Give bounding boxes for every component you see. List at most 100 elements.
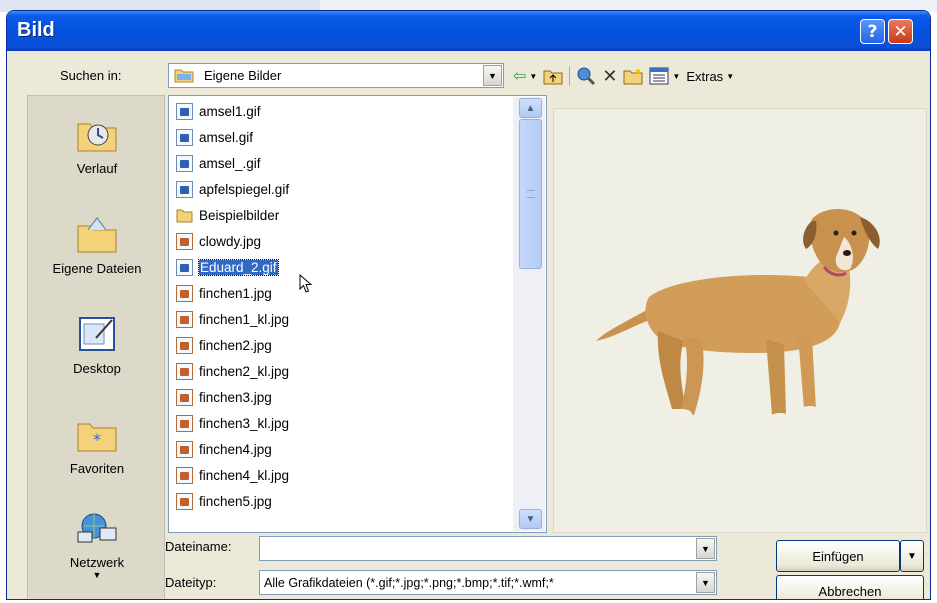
place-label: Netzwerk [69,555,125,570]
file-name: finchen2_kl.jpg [199,363,290,379]
cancel-button[interactable]: Abbrechen [776,575,924,599]
gif-file-icon [176,258,193,276]
list-item-selected[interactable]: Eduard_2.gif [176,255,279,279]
desktop-icon [79,317,115,351]
file-name: amsel1.gif [199,103,261,119]
dog-preview-image [596,208,880,423]
lookin-dropdown[interactable]: Eigene Bilder ▼ [168,63,504,88]
filetype-label: Dateityp: [165,575,216,590]
jpg-file-icon [176,388,193,406]
search-web-icon [577,67,596,86]
insert-options-button[interactable]: ▼ [900,540,924,572]
scroll-thumb[interactable] [519,119,542,269]
list-item[interactable]: amsel1.gif [176,99,261,123]
image-preview [553,108,927,533]
scroll-up-button[interactable]: ▲ [519,98,542,118]
file-name: finchen1.jpg [199,285,272,301]
list-item[interactable]: finchen4_kl.jpg [176,463,289,487]
chevron-down-icon[interactable]: ▼ [696,572,715,593]
list-item[interactable]: finchen3_kl.jpg [176,411,289,435]
list-item[interactable]: Beispielbilder [176,203,279,227]
scroll-grip [527,190,535,198]
back-button[interactable]: ⇦ ▼ [513,65,537,87]
place-label: Favoriten [69,461,125,476]
jpg-file-icon [176,284,193,302]
gif-file-icon [176,154,193,172]
file-name: finchen3.jpg [199,389,272,405]
list-item[interactable]: finchen3.jpg [176,385,272,409]
filename-input[interactable]: ▼ [259,536,717,561]
delete-icon: ✕ [602,65,618,86]
file-name: Eduard_2.gif [198,258,279,276]
insert-picture-dialog: Bild ? ✕ Suchen in: Eigene Bilder ▼ ⇦ ▼ [6,10,931,600]
list-item[interactable]: finchen4.jpg [176,437,272,461]
insert-button[interactable]: Einfügen [776,540,900,572]
favorites-icon: * [77,423,117,452]
file-name: finchen4_kl.jpg [199,467,290,483]
list-item[interactable]: clowdy.jpg [176,229,261,253]
insert-button-label: Einfügen [812,548,864,564]
place-desktop[interactable]: Desktop [28,314,166,376]
history-icon [77,123,117,152]
place-history[interactable]: Verlauf [28,114,166,176]
jpg-file-icon [176,310,193,328]
lookin-value: Eigene Bilder [204,68,282,83]
place-favorites[interactable]: * Favoriten [28,414,166,476]
file-name: finchen3_kl.jpg [199,415,290,431]
chevron-down-icon[interactable]: ▼ [696,538,715,559]
folder-icon [176,209,193,222]
file-list-scrollbar[interactable]: ▲ ▼ [513,97,545,531]
views-button[interactable]: ▼ [649,65,680,87]
places-bar: Verlauf Eigene Dateien Desktop * Favorit… [27,95,166,599]
toolbar: ⇦ ▼ ✕ ▼ Extras ▼ [513,64,740,88]
folder-icon [174,69,194,83]
mouse-cursor-icon [299,274,313,293]
svg-text:*: * [93,430,101,449]
gif-file-icon [176,128,193,146]
scroll-down-button[interactable]: ▼ [519,509,542,529]
list-item[interactable]: finchen2_kl.jpg [176,359,289,383]
places-scroll-down-icon[interactable]: ▼ [28,570,166,580]
place-network[interactable]: Netzwerk ▼ [28,508,166,580]
list-item[interactable]: apfelspiegel.gif [176,177,289,201]
jpg-file-icon [176,336,193,354]
filetype-value: Alle Grafikdateien (*.gif;*.jpg;*.png;*.… [264,576,554,590]
list-item[interactable]: finchen5.jpg [176,489,272,513]
file-name: finchen4.jpg [199,441,272,457]
search-web-button[interactable] [576,65,596,87]
chevron-down-icon: ▼ [907,550,917,562]
chevron-down-icon[interactable]: ▼ [483,65,502,86]
new-folder-button[interactable] [623,65,643,87]
lookin-label: Suchen in: [60,68,122,83]
list-item[interactable]: finchen1_kl.jpg [176,307,289,331]
network-icon [77,513,117,543]
jpg-file-icon [176,232,193,250]
list-item[interactable]: amsel_.gif [176,151,261,175]
list-item[interactable]: finchen1.jpg [176,281,272,305]
file-name: clowdy.jpg [199,233,262,249]
file-list[interactable]: amsel1.gif amsel.gif amsel_.gif apfelspi… [168,95,547,533]
extras-button[interactable]: Extras ▼ [686,65,734,87]
delete-button[interactable]: ✕ [602,65,617,87]
place-my-documents[interactable]: Eigene Dateien [28,214,166,276]
up-folder-button[interactable] [543,65,563,87]
file-name: amsel.gif [199,129,254,145]
window-title: Bild [17,19,55,41]
extras-dropdown-icon: ▼ [726,71,735,81]
jpg-file-icon [176,466,193,484]
list-item[interactable]: finchen2.jpg [176,333,272,357]
views-dropdown-icon: ▼ [672,71,681,81]
my-documents-icon [77,217,117,253]
help-button[interactable]: ? [860,19,885,44]
gif-file-icon [176,102,193,120]
file-name: amsel_.gif [199,155,261,171]
close-button[interactable]: ✕ [888,19,913,44]
filename-label: Dateiname: [165,539,231,554]
title-bar[interactable]: Bild ? ✕ [7,11,930,51]
place-label: Verlauf [76,161,118,176]
jpg-file-icon [176,362,193,380]
filetype-dropdown[interactable]: Alle Grafikdateien (*.gif;*.jpg;*.png;*.… [259,570,717,595]
list-item[interactable]: amsel.gif [176,125,253,149]
gif-file-icon [176,180,193,198]
new-folder-icon [623,68,643,85]
